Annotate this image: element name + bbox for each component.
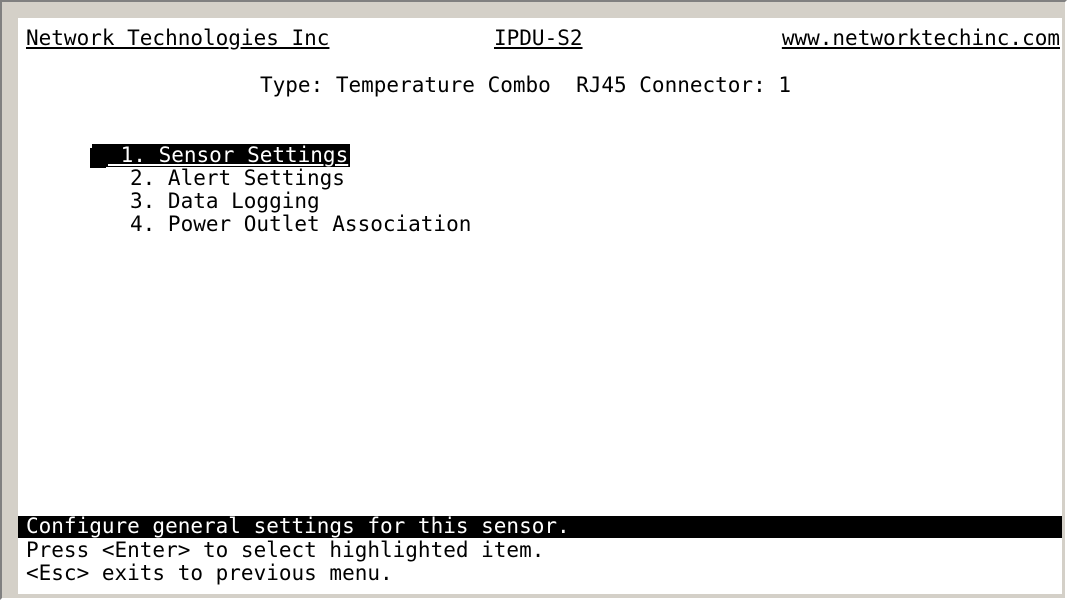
sensor-type-subtitle: Type: Temperature Combo RJ45 Connector: … (260, 73, 792, 97)
terminal-window-frame: Network Technologies Inc IPDU-S2 www.net… (0, 0, 1067, 600)
menu-item-sensor-settings[interactable]: 1. Sensor Settings (92, 144, 351, 167)
status-bar: Configure general settings for this sens… (18, 514, 1062, 538)
header-website: www.networktechinc.com (781, 26, 1060, 50)
help-esc-text: <Esc> exits to previous menu. (26, 561, 393, 585)
menu-item-alert-settings[interactable]: 2. Alert Settings (130, 167, 345, 190)
status-text: Configure general settings for this sens… (26, 514, 570, 538)
header-company: Network Technologies Inc (26, 26, 330, 50)
menu-item-data-logging[interactable]: 3. Data Logging (130, 190, 320, 213)
menu-item-power-outlet-association[interactable]: 4. Power Outlet Association (130, 213, 471, 236)
header-product: IPDU-S2 (494, 26, 583, 50)
terminal-screen[interactable]: Network Technologies Inc IPDU-S2 www.net… (18, 18, 1062, 594)
help-enter-text: Press <Enter> to select highlighted item… (26, 538, 545, 562)
